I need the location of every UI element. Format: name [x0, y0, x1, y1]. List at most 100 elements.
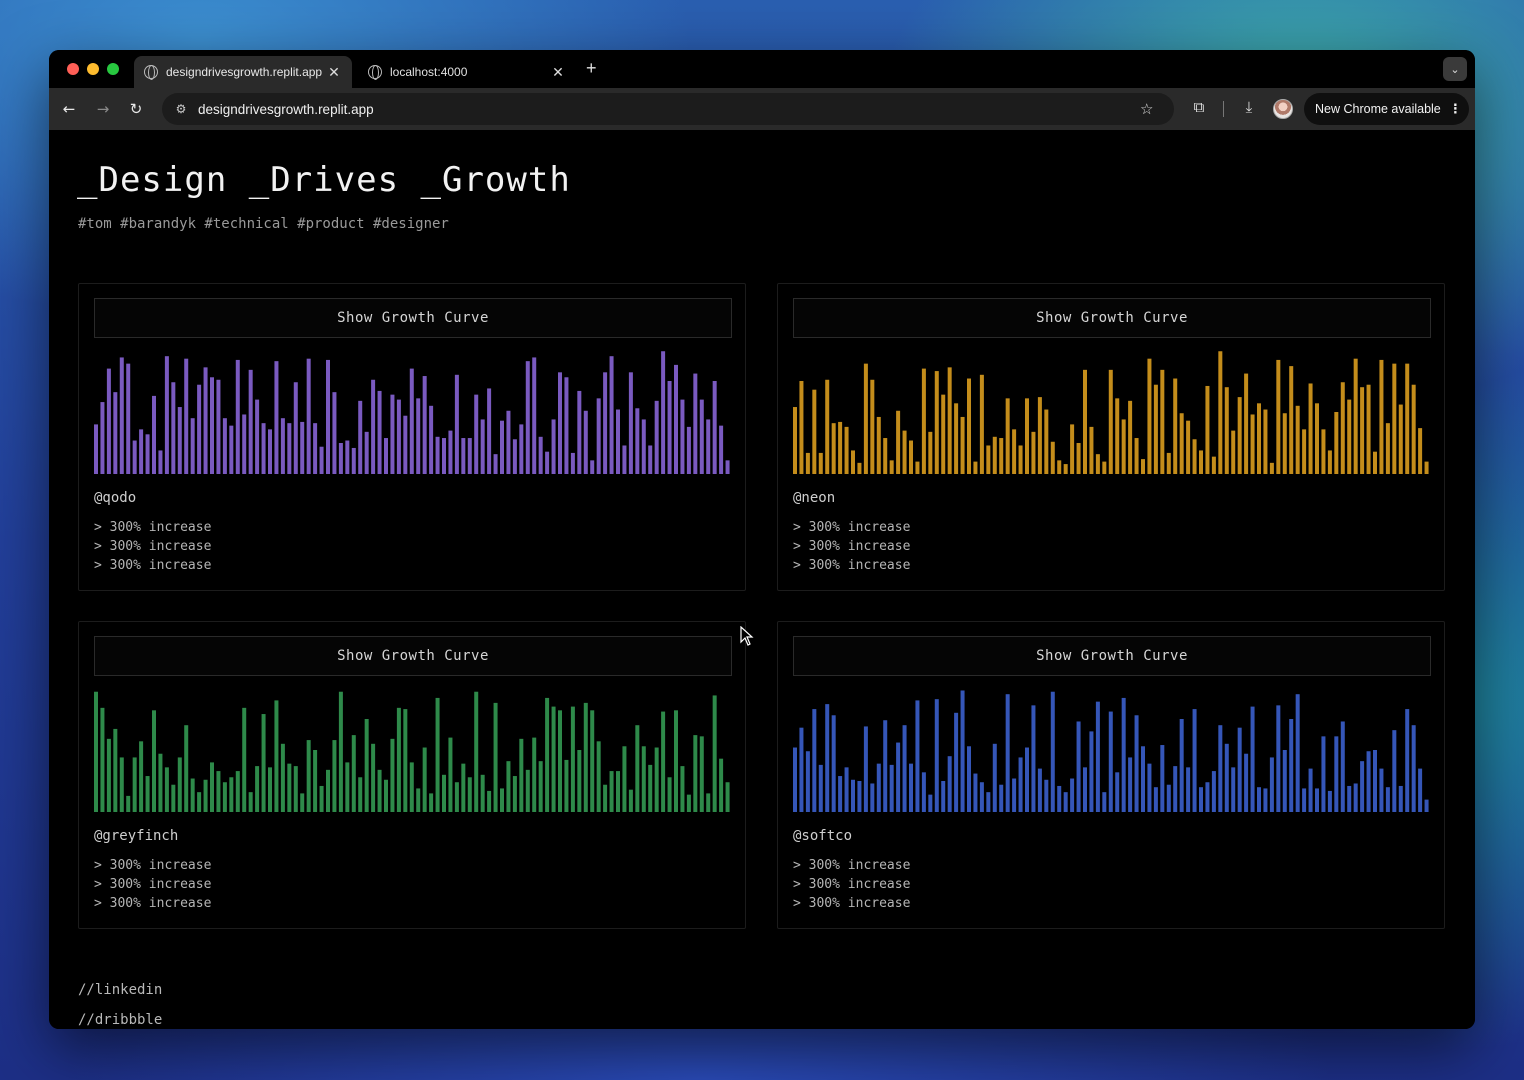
tune-icon[interactable]: ⚙	[172, 100, 190, 118]
tab-designdrivesgrowth[interactable]: designdrivesgrowth.replit.app ✕	[134, 56, 352, 88]
chart-bar	[1018, 757, 1023, 812]
chart-bar	[558, 710, 562, 812]
chart-bar	[1334, 736, 1339, 812]
close-tab-icon[interactable]: ✕	[550, 64, 566, 81]
chart-bar	[454, 374, 459, 474]
download-icon[interactable]: ⤓	[1238, 98, 1260, 116]
chart-bar	[616, 409, 620, 474]
chart-bar	[1269, 462, 1274, 474]
chart-bar	[1147, 763, 1152, 812]
dribbble-link[interactable]: //dribbble	[78, 1005, 162, 1029]
close-window-button[interactable]	[67, 63, 79, 75]
url-text[interactable]: designdrivesgrowth.replit.app	[198, 102, 1140, 117]
maximize-window-button[interactable]	[107, 63, 119, 75]
chart-bar	[409, 762, 414, 812]
chart-bar	[1263, 409, 1268, 474]
chart-bar	[1076, 443, 1081, 474]
chart-bar	[1308, 383, 1313, 474]
chart-bar	[564, 759, 569, 812]
chart-bar	[1063, 464, 1068, 474]
chart-bar	[216, 771, 221, 812]
chart-bar	[863, 726, 868, 812]
chart-bar	[667, 777, 672, 812]
chart-bar	[1398, 404, 1403, 474]
kebab-icon[interactable]: ⋮	[1449, 102, 1462, 117]
chart-bar	[384, 438, 388, 474]
chart-bar	[960, 416, 965, 474]
chart-bar	[506, 410, 511, 474]
chart-bar	[570, 706, 575, 812]
avatar[interactable]	[1273, 99, 1293, 119]
chart-bar	[1340, 721, 1345, 812]
chart-bar	[1173, 378, 1178, 474]
chart-bar	[1250, 706, 1255, 812]
chart-bar	[805, 452, 810, 474]
chart-bar	[1257, 787, 1261, 812]
chart-bar	[190, 418, 195, 474]
chart-bar	[1199, 787, 1203, 812]
new-tab-button[interactable]: +	[586, 58, 597, 79]
chart-bar	[384, 779, 388, 812]
chart-bar	[831, 715, 836, 812]
chart-bar	[564, 377, 569, 474]
chart-bar	[132, 440, 137, 474]
chart-bar	[844, 767, 849, 812]
show-growth-curve-button[interactable]: Show Growth Curve	[793, 636, 1431, 676]
chevron-down-icon[interactable]: ⌄	[1443, 57, 1467, 81]
arrow-left-icon[interactable]: ←	[58, 98, 80, 120]
chart-bar	[261, 423, 266, 474]
tab-localhost[interactable]: localhost:4000 ✕	[358, 56, 576, 88]
chart-bar	[242, 414, 247, 474]
chart-bar	[164, 356, 169, 474]
puzzle-icon[interactable]: ⧉	[1188, 98, 1210, 116]
stats-list: > 300% increase > 300% increase > 300% i…	[94, 856, 211, 913]
chart-bar	[551, 419, 556, 474]
chart-bar	[158, 450, 163, 474]
close-tab-icon[interactable]: ✕	[326, 64, 342, 81]
chart-bar	[654, 747, 659, 812]
chart-bar	[1025, 398, 1029, 474]
chart-bar	[1424, 799, 1429, 812]
chart-bar	[1385, 787, 1390, 812]
chart-bar	[1121, 697, 1126, 812]
chart-bar	[164, 767, 169, 812]
chart-bar	[1289, 366, 1294, 474]
chart-bar	[1018, 445, 1023, 474]
chart-bar	[119, 757, 124, 812]
chart-bar	[235, 359, 240, 474]
chart-bar	[954, 712, 959, 812]
chart-bar	[351, 447, 356, 474]
chart-bar	[106, 738, 111, 812]
reload-icon[interactable]: ↻	[125, 98, 147, 120]
show-growth-curve-button[interactable]: Show Growth Curve	[94, 298, 732, 338]
star-icon[interactable]: ☆	[1140, 100, 1162, 118]
company-card-neon: Show Growth Curve @neon > 300% increase …	[777, 283, 1445, 591]
chart-bar	[94, 424, 98, 474]
chart-bar	[1005, 398, 1010, 474]
chart-bar	[1089, 426, 1094, 474]
chart-bar	[1089, 731, 1094, 812]
minimize-window-button[interactable]	[87, 63, 99, 75]
show-growth-curve-button[interactable]: Show Growth Curve	[793, 298, 1431, 338]
show-growth-curve-button[interactable]: Show Growth Curve	[94, 636, 732, 676]
chart-bar	[351, 735, 356, 812]
chart-bar	[583, 702, 588, 812]
chart-bar	[190, 778, 195, 812]
chart-bar	[699, 736, 704, 812]
chart-bar	[345, 440, 350, 474]
chart-bar	[126, 363, 131, 474]
chart-bar	[1192, 439, 1197, 474]
arrow-right-icon[interactable]: →	[92, 98, 114, 120]
chart-bar	[799, 727, 804, 812]
chart-bar	[100, 402, 105, 474]
chart-bar	[1237, 397, 1242, 474]
linkedin-link[interactable]: //linkedin	[78, 975, 162, 1005]
address-bar[interactable]: ⚙ designdrivesgrowth.replit.app ☆	[162, 93, 1174, 125]
chart-bar	[628, 372, 633, 474]
chart-bar	[493, 702, 498, 812]
update-chrome-button[interactable]: New Chrome available ⋮	[1304, 93, 1469, 125]
chart-bar	[313, 750, 318, 812]
chart-bar	[500, 788, 504, 812]
chart-bar	[686, 426, 691, 474]
company-handle: @qodo	[94, 490, 137, 506]
